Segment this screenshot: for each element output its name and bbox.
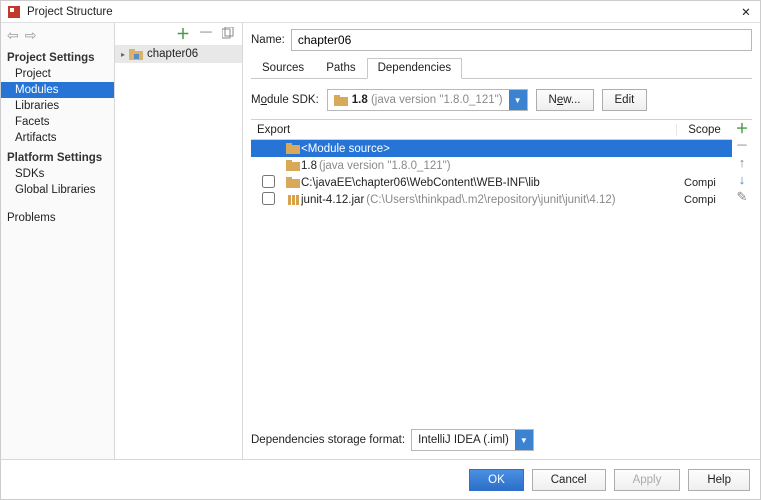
chevron-down-icon[interactable]: ▼: [515, 430, 533, 450]
sdk-value: 1.8 (java version "1.8.0_121"): [352, 94, 503, 106]
sidebar-item-problems[interactable]: Problems: [1, 210, 114, 226]
sidebar-item-artifacts[interactable]: Artifacts: [1, 130, 114, 146]
sidebar-item-project[interactable]: Project: [1, 66, 114, 82]
sdk-folder-icon: [285, 160, 301, 171]
dependencies-list: <Module source> 1.8 (java version "1.8.0…: [251, 140, 732, 421]
storage-format-combo[interactable]: IntelliJ IDEA (.iml) ▼: [411, 429, 534, 451]
sdk-folder-icon: [334, 94, 348, 106]
titlebar: Project Structure ✕: [1, 1, 760, 23]
sidebar: ⇦ ⇨ Project Settings Project Modules Lib…: [1, 23, 115, 459]
ok-button[interactable]: OK: [469, 469, 524, 491]
module-name-input[interactable]: [291, 29, 752, 51]
storage-row: Dependencies storage format: IntelliJ ID…: [251, 421, 752, 459]
folder-icon: [285, 177, 301, 188]
module-sdk-combo[interactable]: 1.8 (java version "1.8.0_121") ▼: [327, 89, 528, 111]
dep-row-junit[interactable]: junit-4.12.jar (C:\Users\thinkpad\.m2\re…: [251, 191, 732, 208]
dependencies-table: Export Scope <Module source>: [251, 120, 732, 421]
tab-sources[interactable]: Sources: [251, 58, 315, 79]
add-dependency-icon[interactable]: ＋: [735, 122, 748, 135]
dep-row-lib-folder[interactable]: C:\javaEE\chapter06\WebContent\WEB-INF\l…: [251, 174, 732, 191]
source-folder-icon: [285, 143, 301, 154]
cancel-button[interactable]: Cancel: [532, 469, 606, 491]
footer: OK Cancel Apply Help: [1, 459, 760, 499]
back-icon[interactable]: ⇦: [7, 27, 19, 44]
name-label: Name:: [251, 34, 285, 46]
nav-arrows: ⇦ ⇨: [1, 25, 114, 46]
project-structure-window: Project Structure ✕ ⇦ ⇨ Project Settings…: [0, 0, 761, 500]
dependencies-side-toolbar: ＋ － ↑ ↓ ✎: [732, 120, 752, 421]
remove-dependency-icon[interactable]: －: [735, 139, 748, 152]
module-sdk-label: Module SDK:: [251, 94, 319, 106]
move-down-icon[interactable]: ↓: [739, 173, 746, 186]
dep-row-module-source[interactable]: <Module source>: [251, 140, 732, 157]
close-icon[interactable]: ✕: [738, 5, 754, 19]
sidebar-group-platform-settings: Platform Settings: [1, 146, 114, 166]
sidebar-item-sdks[interactable]: SDKs: [1, 166, 114, 182]
storage-label: Dependencies storage format:: [251, 434, 405, 446]
col-export[interactable]: Export: [251, 124, 307, 136]
module-node[interactable]: ▸ chapter06: [115, 45, 242, 63]
sidebar-group-project-settings: Project Settings: [1, 46, 114, 66]
module-folder-icon: [129, 48, 143, 60]
sdk-row: Module SDK: 1.8 (java version "1.8.0_121…: [251, 89, 752, 111]
move-up-icon[interactable]: ↑: [739, 156, 746, 169]
copy-module-icon[interactable]: [222, 27, 234, 42]
help-button[interactable]: Help: [688, 469, 750, 491]
main-panel: Name: Sources Paths Dependencies Module …: [243, 23, 760, 459]
dependencies-area: Export Scope <Module source>: [251, 119, 752, 421]
window-title: Project Structure: [27, 6, 738, 18]
sidebar-item-libraries[interactable]: Libraries: [1, 98, 114, 114]
sidebar-item-modules[interactable]: Modules: [1, 82, 114, 98]
col-scope[interactable]: Scope: [676, 124, 732, 136]
window-body: ⇦ ⇨ Project Settings Project Modules Lib…: [1, 23, 760, 459]
chevron-down-icon[interactable]: ▼: [509, 90, 527, 110]
module-toolbar: ＋ －: [115, 23, 242, 45]
dependencies-header: Export Scope: [251, 120, 732, 140]
dep-row-sdk[interactable]: 1.8 (java version "1.8.0_121"): [251, 157, 732, 174]
module-list-panel: ＋ － ▸ chapter06: [115, 23, 243, 459]
sidebar-item-global-libraries[interactable]: Global Libraries: [1, 182, 114, 198]
export-checkbox[interactable]: [262, 175, 275, 188]
edit-dependency-icon[interactable]: ✎: [737, 190, 748, 203]
jar-icon: [285, 194, 301, 206]
export-checkbox[interactable]: [262, 192, 275, 205]
edit-sdk-button[interactable]: Edit: [602, 89, 648, 111]
tabs: Sources Paths Dependencies: [251, 57, 752, 79]
module-node-label: chapter06: [147, 48, 198, 60]
add-module-icon[interactable]: ＋: [176, 24, 190, 44]
apply-button[interactable]: Apply: [614, 469, 681, 491]
name-row: Name:: [251, 29, 752, 51]
triangle-icon: ▸: [121, 50, 125, 59]
forward-icon[interactable]: ⇨: [25, 27, 37, 44]
sidebar-item-facets[interactable]: Facets: [1, 114, 114, 130]
tab-paths[interactable]: Paths: [315, 58, 366, 79]
tab-dependencies[interactable]: Dependencies: [367, 58, 463, 79]
new-sdk-button[interactable]: New...: [536, 89, 594, 111]
remove-module-icon[interactable]: －: [198, 29, 214, 39]
app-icon: [7, 5, 21, 19]
